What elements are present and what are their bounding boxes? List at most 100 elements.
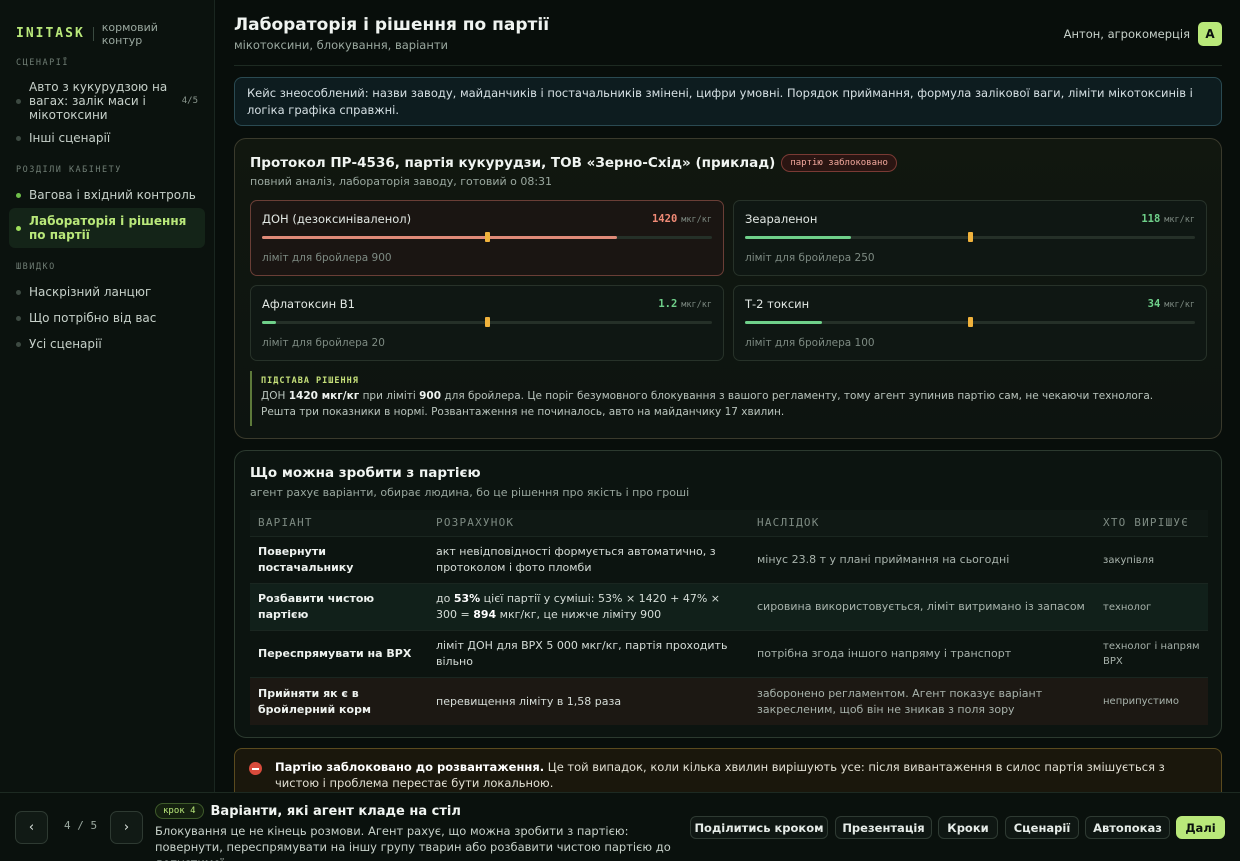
- bullet-icon: [16, 98, 21, 104]
- cell-calc: до 53% цієї партії у суміші: 53% × 1420 …: [428, 591, 749, 623]
- cell-result: сировина використовується, ліміт витрима…: [757, 600, 1085, 613]
- limit-marker: [968, 317, 973, 327]
- step-chip: крок 4: [155, 803, 204, 819]
- toxin-value-number: 118: [1141, 213, 1161, 225]
- sidebar-item-needs[interactable]: Що потрібно від вас: [0, 308, 214, 328]
- protocol-title-text: Протокол ПР-4536, партія кукурудзи, ТОВ …: [250, 155, 776, 171]
- toxin-limit: ліміт для бройлера 20: [262, 337, 385, 349]
- prev-step-button[interactable]: ‹: [15, 811, 48, 844]
- alert-title: Партію заблоковано до розвантаження.: [275, 760, 545, 774]
- toxin-level-fill: [745, 321, 822, 324]
- cell-who: технолог: [1103, 601, 1152, 613]
- toxin-value: 118 мкг/кг: [1141, 213, 1195, 225]
- options-card: Що можна зробити з партією агент рахує в…: [234, 450, 1222, 738]
- column-header-variant: ВАРІАНТ: [258, 516, 313, 529]
- toxin-value: 1420 мкг/кг: [652, 213, 712, 225]
- page-indicator: 4 / 5: [64, 819, 98, 832]
- table-row[interactable]: Повернути постачальнику акт невідповідно…: [250, 537, 1208, 584]
- page-subtitle: мікотоксини, блокування, варіанти: [234, 38, 449, 52]
- cell-variant: Повернути постачальнику: [258, 545, 354, 574]
- toxin-limit: ліміт для бройлера 250: [745, 252, 875, 264]
- step-heading: крок 4 Варіанти, які агент кладе на стіл: [155, 803, 461, 819]
- cell-who: закупівля: [1103, 554, 1155, 566]
- toxin-name: Афлатоксин B1: [262, 297, 355, 311]
- cell-result: мінус 23.8 т у плані приймання на сьогод…: [757, 553, 1010, 566]
- toxin-card-zearalenone: Зеараленон 118 мкг/кг ліміт для бройлера …: [733, 200, 1207, 276]
- avatar[interactable]: А: [1198, 22, 1222, 46]
- sidebar-item-label: Вагова і вхідний контроль: [29, 188, 196, 202]
- cell-result: заборонено регламентом. Агент показує ва…: [757, 686, 1043, 716]
- bullet-icon: [16, 289, 21, 295]
- protocol-subtitle: повний аналіз, лабораторія заводу, готов…: [250, 175, 553, 188]
- bullet-icon: [16, 341, 21, 347]
- column-header-calc: РОЗРАХУНОК: [436, 516, 515, 529]
- toxin-level-fill: [745, 236, 852, 239]
- scenarios-button[interactable]: Сценарії: [1005, 816, 1079, 839]
- table-row[interactable]: Переспрямувати на ВРХ ліміт ДОН для ВРХ …: [250, 631, 1208, 678]
- toxin-limit: ліміт для бройлера 100: [745, 337, 875, 349]
- decision-basis-text: ДОН 1420 мкг/кг при ліміті 900 для бройл…: [261, 389, 1190, 420]
- bullet-icon: [16, 225, 21, 231]
- sidebar-item-label: Лабораторія і рішення по партії: [29, 214, 187, 242]
- section-label-quick: ШВИДКО: [16, 262, 56, 272]
- sidebar-item-all-scenarios[interactable]: Усі сценарії: [0, 334, 214, 354]
- text-emphasis: 1420 мкг/кг: [288, 390, 360, 402]
- cell-calc: перевищення ліміту в 1,58 раза: [436, 694, 622, 708]
- sidebar-item-weighing[interactable]: Вагова і вхідний контроль: [0, 185, 214, 205]
- cell-calc: акт невідповідності формується автоматич…: [436, 545, 716, 574]
- chevron-right-icon: ›: [123, 820, 130, 835]
- text-fragment: мкг/кг, це нижче ліміту 900: [496, 608, 662, 621]
- toxin-card-t2: Т-2 токсин 34 мкг/кг ліміт для бройлера 1…: [733, 285, 1207, 361]
- anonymized-notice: Кейс знеособлений: назви заводу, майданч…: [234, 77, 1222, 126]
- bullet-icon: [16, 192, 21, 198]
- table-header: ВАРІАНТ РОЗРАХУНОК НАСЛІДОК ХТО ВИРІШУЄ: [250, 510, 1208, 537]
- status-badge: партію заблоковано: [781, 154, 897, 172]
- sidebar: INITASK кормовий контур СЦЕНАРІЇ Авто з …: [0, 0, 215, 792]
- cell-variant: Переспрямувати на ВРХ: [258, 647, 412, 660]
- sidebar-item-label: Наскрізний ланцюг: [29, 285, 152, 299]
- page-title: Лабораторія і рішення по партії: [234, 15, 550, 35]
- bullet-icon: [16, 315, 21, 321]
- main-content: Лабораторія і рішення по партії мікотокс…: [234, 0, 1222, 798]
- user-menu[interactable]: Антон, агрокомерція А: [1064, 22, 1222, 46]
- steps-button[interactable]: Кроки: [938, 816, 998, 839]
- toxin-level-bar: [262, 317, 712, 327]
- text-fragment: до: [436, 592, 454, 605]
- page-header: Лабораторія і рішення по партії мікотокс…: [234, 0, 1222, 66]
- toxin-name: Т-2 токсин: [745, 297, 810, 311]
- autoplay-button[interactable]: Автопоказ: [1085, 816, 1170, 839]
- sidebar-item-other-scenarios[interactable]: Інші сценарії: [0, 128, 214, 148]
- toxin-level-bar: [745, 232, 1195, 242]
- column-header-result: НАСЛІДОК: [757, 516, 820, 529]
- share-step-button[interactable]: Поділитись кроком: [690, 816, 828, 839]
- cell-variant: Прийняти як є в бройлерний корм: [258, 686, 371, 716]
- protocol-title: Протокол ПР-4536, партія кукурудзи, ТОВ …: [250, 154, 897, 172]
- scenario-progress: 4/5: [181, 96, 198, 106]
- options-title: Що можна зробити з партією: [250, 465, 481, 481]
- toxin-unit: мкг/кг: [1164, 215, 1195, 225]
- toxin-limit: ліміт для бройлера 900: [262, 252, 392, 264]
- presentation-button[interactable]: Презентація: [835, 816, 932, 839]
- next-step-button[interactable]: ›: [110, 811, 143, 844]
- sidebar-item-lab[interactable]: Лабораторія і рішення по партії: [9, 208, 205, 248]
- cell-who: технолог і напрям ВРХ: [1103, 641, 1200, 667]
- step-description: Блокування це не кінець розмови. Агент р…: [155, 824, 671, 861]
- sidebar-item-scenario-corn[interactable]: Авто з кукурудзою на вагах: залік маси і…: [0, 80, 214, 122]
- toxin-unit: мкг/кг: [681, 300, 712, 310]
- section-label-cabinet: РОЗДІЛИ КАБІНЕТУ: [16, 165, 122, 175]
- section-label-scenarios: СЦЕНАРІЇ: [16, 58, 69, 68]
- toxin-card-aflatoxin: Афлатоксин B1 1.2 мкг/кг ліміт для бройле…: [250, 285, 724, 361]
- options-table: ВАРІАНТ РОЗРАХУНОК НАСЛІДОК ХТО ВИРІШУЄ …: [250, 510, 1208, 725]
- next-button[interactable]: Далі: [1176, 816, 1225, 839]
- text-fragment: ДОН: [261, 390, 289, 402]
- text-emphasis: 53%: [453, 592, 481, 605]
- options-subtitle: агент рахує варіанти, обирає людина, бо …: [250, 486, 690, 499]
- limit-marker: [968, 232, 973, 242]
- no-entry-icon: [249, 762, 262, 775]
- table-row[interactable]: Розбавити чистою партією до 53% цієї пар…: [250, 584, 1208, 631]
- sidebar-item-chain[interactable]: Наскрізний ланцюг: [0, 282, 214, 302]
- table-row[interactable]: Прийняти як є в бройлерний корм перевище…: [250, 678, 1208, 725]
- toxin-unit: мкг/кг: [1164, 300, 1195, 310]
- toxin-value: 34 мкг/кг: [1148, 298, 1195, 310]
- column-header-who: ХТО ВИРІШУЄ: [1103, 516, 1190, 529]
